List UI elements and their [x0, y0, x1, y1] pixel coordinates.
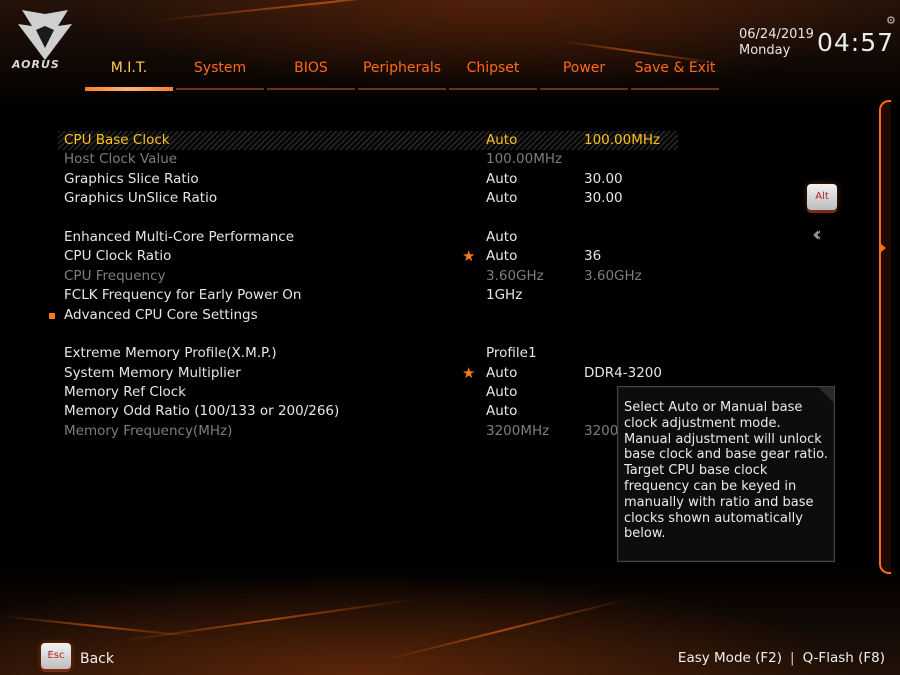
star-icon: ★: [462, 247, 476, 266]
clock-time: 04:57: [817, 28, 895, 57]
double-chevron-left-icon[interactable]: ‹‹: [812, 222, 822, 246]
setting-cpu-base-clock[interactable]: CPU Base Clock Auto 100.00MHz: [0, 131, 700, 151]
setting-xmp[interactable]: Extreme Memory Profile(X.M.P.) Profile1: [0, 344, 700, 363]
settings-list: CPU Base Clock Auto 100.00MHz Host Clock…: [0, 131, 700, 441]
setting-cpu-clock-ratio[interactable]: ★ CPU Clock Ratio Auto 36: [0, 247, 700, 266]
star-icon: ★: [462, 363, 476, 382]
qflash-link[interactable]: Q-Flash (F8): [803, 650, 885, 666]
tab-peripherals[interactable]: Peripherals: [358, 56, 446, 90]
setting-fclk-frequency[interactable]: FCLK Frequency for Early Power On 1GHz: [0, 286, 700, 305]
setting-memory-frequency: Memory Frequency(MHz) 3200MHz 3200: [64, 422, 619, 439]
logo-text: AORUS: [12, 58, 60, 71]
setting-graphics-unslice-ratio[interactable]: Graphics UnSlice Ratio Auto 30.00: [0, 189, 700, 208]
tab-chipset[interactable]: Chipset: [449, 56, 537, 90]
tab-bios[interactable]: BIOS: [267, 56, 355, 90]
setting-system-memory-multiplier[interactable]: ★ System Memory Multiplier Auto DDR4-320…: [0, 364, 700, 383]
setting-memory-ref-clock[interactable]: Memory Ref Clock Auto: [0, 383, 700, 402]
setting-cpu-frequency: CPU Frequency 3.60GHz 3.60GHz: [64, 267, 642, 284]
tab-save-exit[interactable]: Save & Exit: [631, 56, 719, 90]
day-text: Monday: [739, 43, 791, 58]
gear-icon[interactable]: ⚙: [886, 14, 896, 27]
setting-memory-odd-ratio[interactable]: Memory Odd Ratio (100/133 or 200/266) Au…: [0, 402, 700, 421]
date-display: 06/24/2019 Monday: [739, 27, 814, 59]
easy-mode-link[interactable]: Easy Mode (F2): [678, 650, 782, 666]
right-side-panel-tab[interactable]: [877, 100, 900, 574]
tab-bar: M.I.T. System BIOS Peripherals Chipset P…: [85, 56, 722, 91]
side-panel-edge: [879, 100, 891, 574]
setting-graphics-slice-ratio[interactable]: Graphics Slice Ratio Auto 30.00: [0, 170, 700, 189]
setting-enhanced-multicore[interactable]: Enhanced Multi-Core Performance Auto: [0, 228, 700, 247]
row-spacer: [0, 325, 700, 344]
bottom-right-shortcuts: Easy Mode (F2) | Q-Flash (F8): [678, 650, 885, 666]
help-text: Select Auto or Manual base clock adjustm…: [624, 400, 828, 542]
tab-system[interactable]: System: [176, 56, 264, 90]
tab-power[interactable]: Power: [540, 56, 628, 90]
expand-arrow-icon: [880, 243, 886, 253]
date-text: 06/24/2019: [739, 27, 814, 42]
back-label[interactable]: Back: [80, 651, 114, 667]
row-spacer: [0, 209, 700, 228]
submenu-bullet-icon: [49, 312, 55, 319]
tab-mit[interactable]: M.I.T.: [85, 56, 173, 91]
esc-key-button[interactable]: Esc: [41, 643, 71, 669]
separator: |: [790, 650, 795, 666]
help-panel: Select Auto or Manual base clock adjustm…: [617, 386, 835, 562]
submenu-advanced-cpu-core-settings[interactable]: Advanced CPU Core Settings: [0, 306, 700, 325]
setting-host-clock-value: Host Clock Value 100.00MHz: [64, 151, 563, 168]
alt-key-button[interactable]: Alt: [807, 184, 837, 210]
